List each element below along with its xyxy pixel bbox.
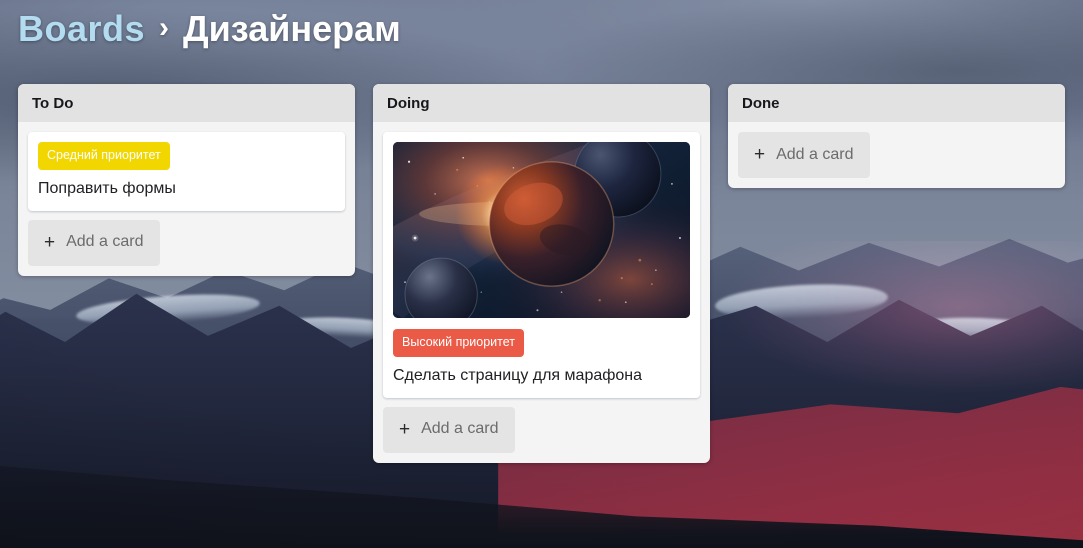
list-title-to-do[interactable]: To Do [18,84,355,122]
add-card-label: Add a card [776,145,854,163]
plus-icon: + [399,418,411,440]
card[interactable]: Высокий приоритет Сделать страницу для м… [383,132,700,398]
card-title: Сделать страницу для марафона [393,366,643,384]
list-body-to-do: Средний приоритет Поправить формы + Add … [18,122,355,276]
board-app: Boards › Дизайнерам To Do Средний приори… [0,0,1083,548]
list-title-done[interactable]: Done [728,84,1065,122]
list-title-doing[interactable]: Doing [373,84,710,122]
add-card-button-done[interactable]: + Add a card [738,132,870,178]
list-to-do: To Do Средний приоритет Поправить формы … [18,84,355,276]
list-body-done: + Add a card [728,122,1065,188]
page-title: Дизайнерам [183,8,401,49]
boards-link[interactable]: Boards [18,8,145,50]
space-planets-image [393,142,690,318]
priority-badge[interactable]: Высокий приоритет [393,329,525,357]
plus-icon: + [754,144,766,165]
card-title: Поправить формы [38,179,176,197]
card[interactable]: Средний приоритет Поправить формы [28,132,345,211]
list-body-doing: Высокий приоритет Сделать страницу для м… [373,122,710,463]
list-doing: Doing Высокий приоритет Сделать страницу… [373,84,710,463]
plus-icon: + [44,231,56,253]
chevron-right-icon: › [159,11,170,44]
add-card-button-doing[interactable]: + Add a card [383,406,515,453]
add-card-button-to-do[interactable]: + Add a card [28,219,160,266]
priority-badge[interactable]: Средний приоритет [38,142,170,170]
list-done: Done + Add a card [728,84,1065,188]
board-lists: To Do Средний приоритет Поправить формы … [18,84,1065,463]
add-card-label: Add a card [66,233,144,250]
add-card-label: Add a card [421,420,499,437]
breadcrumb: Boards › Дизайнерам [18,8,401,50]
